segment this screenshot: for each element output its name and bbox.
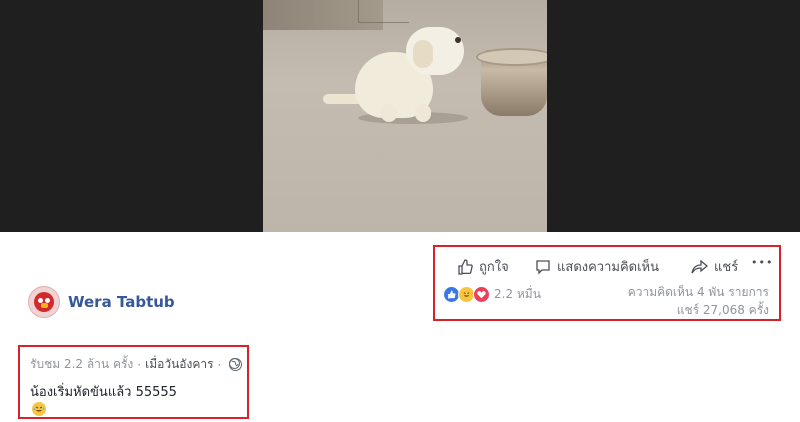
- meta-separator: ·: [137, 357, 142, 372]
- avatar[interactable]: [28, 286, 60, 318]
- love-reaction-icon: [473, 286, 490, 303]
- globe-icon: [229, 358, 243, 371]
- laughing-emoji-icon: [32, 402, 46, 416]
- puppy-leg: [381, 104, 397, 122]
- meta-separator: ·: [217, 357, 222, 372]
- comment-icon: [536, 259, 550, 275]
- like-label: ถูกใจ: [479, 260, 509, 275]
- puppy-nose: [455, 37, 461, 43]
- comment-label: แสดงความคิดเห็น: [557, 260, 660, 275]
- video-wire: [358, 0, 409, 23]
- bird-avatar-icon: [34, 292, 54, 312]
- post-meta: รับชม 2.2 ล้าน ครั้ง · เมื่อวันอังคาร ·: [30, 355, 243, 374]
- video-frame[interactable]: [263, 0, 547, 232]
- puppy-leg: [415, 104, 431, 122]
- post-author[interactable]: Wera Tabtub: [28, 286, 175, 318]
- avatar-beak: [41, 303, 48, 308]
- post-caption: น้องเริ่มหัดขันแล้ว 55555: [30, 385, 177, 400]
- share-arrow-icon: [691, 259, 708, 273]
- author-name-link[interactable]: Wera Tabtub: [68, 293, 175, 311]
- comments-count-link[interactable]: ความคิดเห็น 4 พัน รายการ: [628, 283, 769, 302]
- reactions-summary[interactable]: 2.2 หมื่น: [443, 285, 541, 304]
- thumbs-up-icon: [458, 258, 473, 275]
- shares-count-link[interactable]: แชร์ 27,068 ครั้ง: [677, 301, 769, 320]
- view-count: รับชม 2.2 ล้าน ครั้ง: [30, 357, 134, 371]
- comment-button[interactable]: แสดงความคิดเห็น: [535, 256, 659, 277]
- more-options-icon: •••: [751, 256, 774, 269]
- more-options-button[interactable]: •••: [751, 256, 773, 269]
- puppy-ear: [413, 40, 433, 68]
- share-button[interactable]: แชร์: [691, 256, 738, 277]
- video-bowl-rim: [476, 48, 547, 66]
- video-player[interactable]: [0, 0, 800, 232]
- reaction-count: 2.2 หมื่น: [494, 287, 541, 301]
- share-label: แชร์: [714, 260, 739, 275]
- like-button[interactable]: ถูกใจ: [457, 256, 509, 277]
- actions-highlight-box: ถูกใจ แสดงความคิดเห็น แชร์ ••• 2.2 หมื่น…: [433, 245, 781, 321]
- post-info-highlight-box: รับชม 2.2 ล้าน ครั้ง · เมื่อวันอังคาร · …: [18, 345, 249, 419]
- post-timestamp-link[interactable]: เมื่อวันอังคาร: [145, 355, 213, 374]
